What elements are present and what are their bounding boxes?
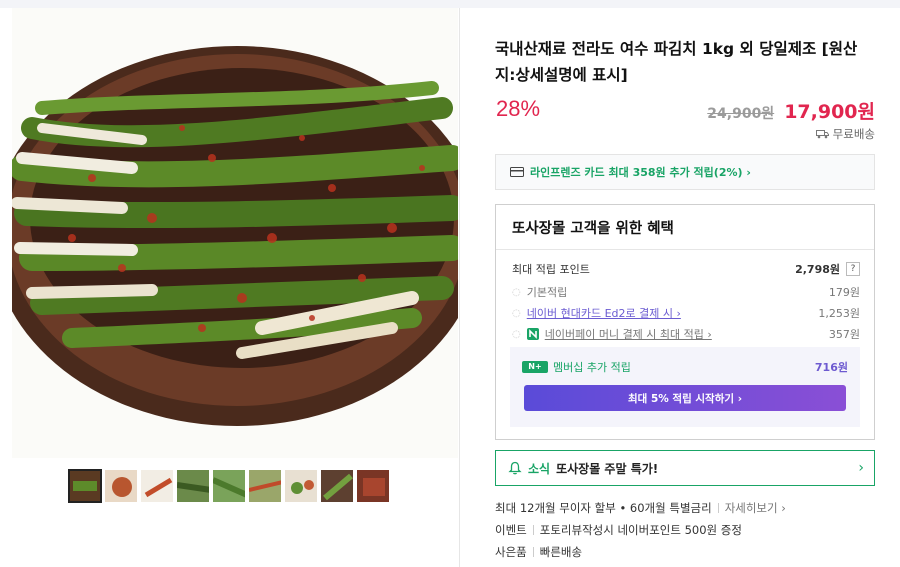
shipping-info: 무료배송: [815, 126, 875, 142]
help-icon[interactable]: ?: [846, 262, 860, 276]
max-points-label: 최대 적립 포인트: [512, 263, 590, 276]
bullet-icon: ◌: [512, 328, 521, 340]
thumbnail-5[interactable]: [212, 469, 246, 503]
news-tag: 소식: [528, 461, 551, 476]
thumbnail-strip: [68, 469, 390, 503]
column-divider: [459, 8, 460, 567]
event-label: 이벤트: [495, 523, 527, 537]
thumbnail-7[interactable]: [284, 469, 318, 503]
thumbnail-9[interactable]: [356, 469, 390, 503]
event-row: 이벤트 포토리뷰작성시 네이버포인트 500원 증정: [495, 522, 742, 538]
pa-kimchi-image: [12, 8, 458, 458]
product-title: 국내산재료 전라도 여수 파김치 1kg 외 당일제조 [원산지:상세설명에 표…: [495, 40, 858, 84]
bullet-icon: ◌: [512, 286, 521, 298]
card-promo-banner[interactable]: 라인프렌즈 카드 최대 358원 추가 적립(2%) ›: [495, 154, 875, 190]
details-link[interactable]: 자세히보기 ›: [725, 500, 786, 516]
npay-points-value: 357원: [828, 328, 860, 341]
chevron-right-icon: ›: [858, 460, 864, 476]
installment-text: 최대 12개월 무이자 할부 • 60개월 특별금리: [495, 501, 712, 515]
credit-card-icon: [510, 167, 524, 177]
benefit-panel: 또사장몰 고객을 위한 혜택 최대 적립 포인트 2,798원 ? ◌ 기본적립 …: [495, 204, 875, 440]
thumbnail-2[interactable]: [104, 469, 138, 503]
start-membership-button[interactable]: 최대 5% 적립 시작하기 ›: [524, 385, 846, 411]
benefit-title: 또사장몰 고객을 위한 혜택: [512, 221, 674, 237]
max-points-value: 2,798원: [795, 263, 840, 276]
gift-label: 사은품: [495, 545, 527, 559]
max-points-row: 최대 적립 포인트 2,798원 ?: [512, 261, 860, 277]
membership-label: 멤버십 추가 적립: [553, 361, 631, 374]
points-row-npay: ◌ 네이버페이 머니 결제 시 최대 적립 › 357원: [512, 326, 860, 342]
news-banner[interactable]: 소식 또사장몰 주말 특가! ›: [495, 450, 875, 486]
membership-value: 716원: [814, 361, 848, 374]
npay-points-link[interactable]: 네이버페이 머니 결제 시 최대 적립 ›: [545, 326, 712, 342]
benefit-divider: [496, 249, 874, 250]
npay-icon: [526, 328, 539, 340]
thumbnail-8[interactable]: [320, 469, 354, 503]
points-row-card: ◌ 네이버 현대카드 Ed2로 결제 시 › 1,253원: [512, 305, 860, 321]
sale-price: 17,900원: [784, 101, 875, 123]
card-points-link[interactable]: 네이버 현대카드 Ed2로 결제 시 ›: [527, 305, 681, 321]
thumbnail-3[interactable]: [140, 469, 174, 503]
basic-points-value: 179원: [828, 286, 860, 299]
bell-icon: [508, 461, 522, 475]
membership-box: N+ 멤버십 추가 적립 716원 최대 5% 적립 시작하기 ›: [510, 347, 860, 427]
shipping-label: 무료배송: [832, 127, 875, 141]
info-divider: [717, 503, 719, 513]
product-gallery: [0, 8, 460, 567]
product-main-image[interactable]: [12, 8, 458, 458]
card-points-value: 1,253원: [818, 307, 860, 320]
bullet-icon: ◌: [512, 307, 521, 319]
price-line: 24,900원 17,900원: [707, 97, 875, 124]
nplus-badge: N+: [522, 361, 548, 373]
original-price: 24,900원: [707, 106, 775, 122]
membership-row: N+ 멤버십 추가 적립 716원: [522, 359, 848, 375]
info-divider: [532, 525, 534, 535]
thumbnail-6[interactable]: [248, 469, 282, 503]
discount-rate: 28%: [496, 96, 541, 121]
thumbnail-1[interactable]: [68, 469, 102, 503]
basic-points-label: 기본적립: [526, 286, 568, 299]
card-promo-text: 라인프렌즈 카드 최대 358원 추가 적립(2%) ›: [530, 166, 751, 179]
top-strip: [0, 0, 900, 8]
news-text: 또사장몰 주말 특가!: [556, 461, 659, 476]
info-divider: [532, 547, 534, 557]
thumbnail-4[interactable]: [176, 469, 210, 503]
gift-text: 빠른배송: [539, 545, 583, 559]
installment-row: 최대 12개월 무이자 할부 • 60개월 특별금리 자세히보기 ›: [495, 500, 786, 516]
truck-icon: [815, 130, 829, 139]
gift-row: 사은품 빠른배송: [495, 544, 582, 560]
points-row-basic: ◌ 기본적립 179원: [512, 284, 860, 300]
event-text: 포토리뷰작성시 네이버포인트 500원 증정: [539, 523, 742, 537]
